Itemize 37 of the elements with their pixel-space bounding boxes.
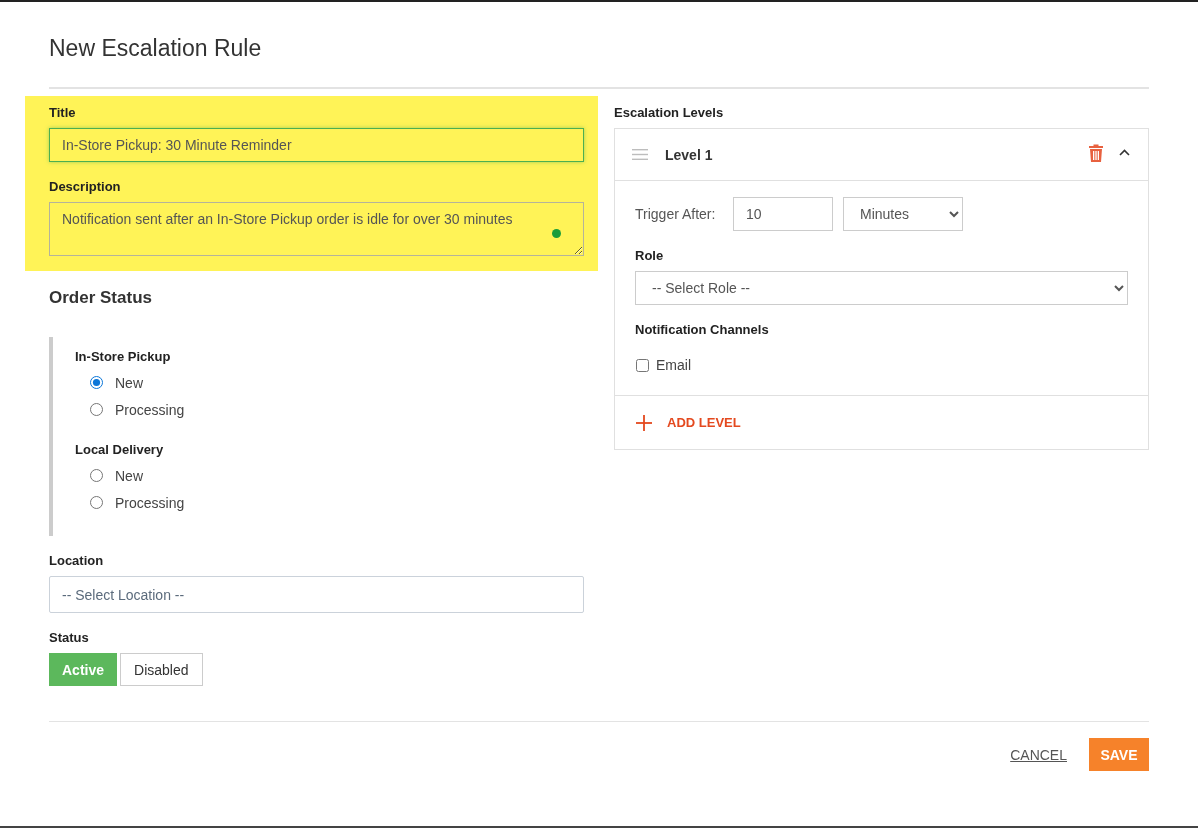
checkbox[interactable] xyxy=(636,358,649,372)
drag-handle-icon[interactable] xyxy=(632,149,648,160)
status-toggle[interactable]: Disabled xyxy=(120,653,203,686)
trash-icon[interactable] xyxy=(1089,144,1103,162)
add-level-button[interactable]: ADD LEVEL xyxy=(636,414,741,431)
radio-button[interactable] xyxy=(90,403,103,416)
unit-select[interactable]: Minutes xyxy=(843,197,963,231)
radio-button[interactable] xyxy=(90,376,103,389)
radio-button[interactable] xyxy=(90,496,103,509)
field-label: Description xyxy=(49,178,121,196)
field-label: Location xyxy=(49,552,104,570)
role-select[interactable]: -- Select Role -- xyxy=(635,271,1128,305)
option-label[interactable]: New xyxy=(115,467,143,484)
plus-icon xyxy=(636,414,652,431)
option-label[interactable]: Processing xyxy=(115,401,185,418)
chevron-up-icon[interactable] xyxy=(1119,149,1130,156)
field-label: Notification Channels xyxy=(635,321,769,339)
field-label: Title xyxy=(49,104,76,122)
group-label: In-Store Pickup xyxy=(75,348,171,366)
description-textarea[interactable]: Notification sent after an In-Store Pickup order is idle for over 30 minutes xyxy=(49,202,584,256)
section-label: Escalation Levels xyxy=(614,104,724,122)
checkbox-label[interactable]: Email xyxy=(656,357,691,373)
field-label: Role xyxy=(635,247,664,265)
level-title: Level 1 xyxy=(665,146,713,163)
title-input[interactable]: In-Store Pickup: 30 Minute Reminder xyxy=(49,128,584,162)
option-label[interactable]: Processing xyxy=(115,494,185,511)
option-label[interactable]: New xyxy=(115,374,143,391)
section-heading: Order Status xyxy=(49,287,152,309)
group-label: Local Delivery xyxy=(75,441,164,459)
location-select[interactable]: -- Select Location -- xyxy=(49,576,584,613)
trigger-label: Trigger After: xyxy=(635,206,717,222)
cancel-link[interactable]: CANCEL xyxy=(1010,746,1067,763)
trigger-input[interactable]: 10 xyxy=(733,197,833,231)
status-dot-icon xyxy=(552,229,561,238)
dialog-title: New Escalation Rule xyxy=(49,34,262,62)
field-label: Status xyxy=(49,629,89,647)
radio-button[interactable] xyxy=(90,469,103,482)
